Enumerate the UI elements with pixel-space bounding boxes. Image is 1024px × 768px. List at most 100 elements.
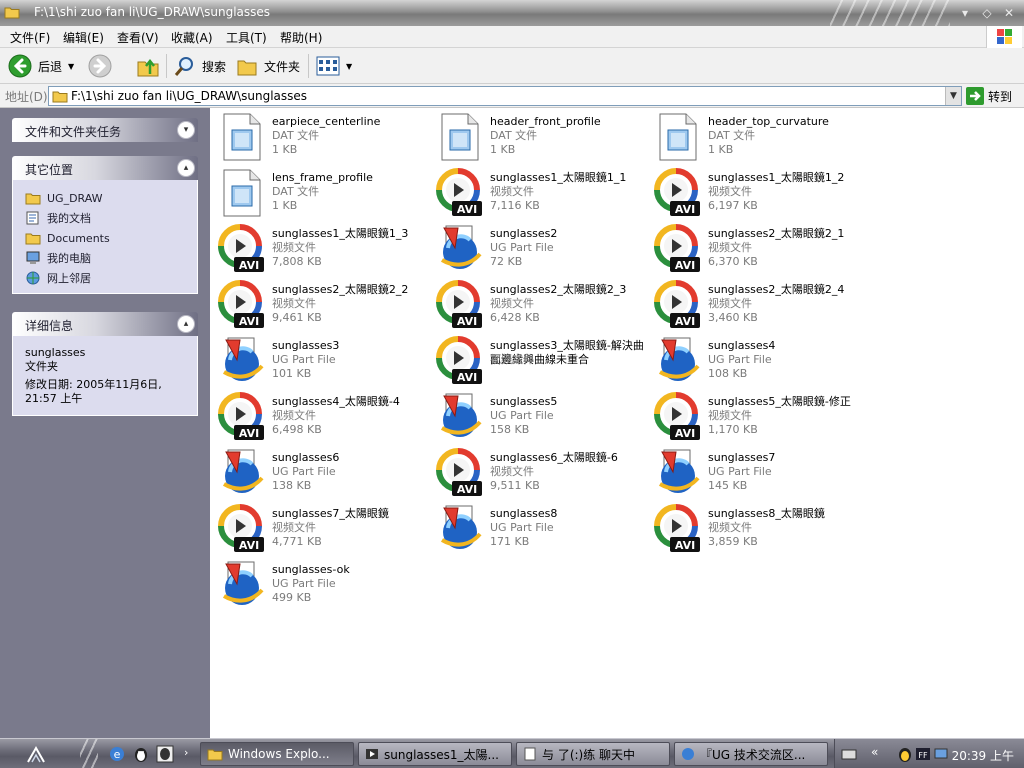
file-item[interactable]: header_top_curvature DAT 文件 1 KB xyxy=(650,110,868,166)
place-network[interactable]: 网上邻居 xyxy=(25,268,185,288)
menu-edit[interactable]: 编辑(E) xyxy=(63,29,104,46)
file-item[interactable]: sunglasses3 UG Part File 101 KB xyxy=(214,334,432,390)
network-tray-icon[interactable] xyxy=(933,745,949,763)
file-item[interactable]: AVI sunglasses2_太陽眼鏡2_4 视频文件 3,460 KB xyxy=(650,278,868,334)
dat-file-icon xyxy=(218,168,266,218)
place-documents[interactable]: Documents xyxy=(25,228,185,248)
alien-icon[interactable] xyxy=(156,745,174,763)
ie-icon[interactable]: e xyxy=(108,745,126,763)
menu-bar: 文件(F) 编辑(E) 查看(V) 收藏(A) 工具(T) 帮助(H) xyxy=(0,26,1024,48)
other-places-header[interactable]: 其它位置 ▴ xyxy=(12,156,198,180)
file-size: 1 KB xyxy=(272,199,298,212)
file-type: 视频文件 xyxy=(708,409,752,422)
file-item[interactable]: AVI sunglasses8_太陽眼鏡 视频文件 3,859 KB xyxy=(650,502,868,558)
menu-tools[interactable]: 工具(T) xyxy=(226,29,267,46)
file-type: UG Part File xyxy=(490,241,554,254)
address-input[interactable]: F:\1\shi zuo fan li\UG_DRAW\sunglasses ▼ xyxy=(48,86,962,106)
file-item[interactable]: sunglasses-ok UG Part File 499 KB xyxy=(214,558,432,614)
forward-button[interactable] xyxy=(88,53,112,79)
file-item[interactable]: lens_frame_profile DAT 文件 1 KB xyxy=(214,166,432,222)
address-dropdown-icon[interactable]: ▼ xyxy=(945,87,961,105)
file-item[interactable]: AVI sunglasses5_太陽眼鏡-修正 视频文件 1,170 KB xyxy=(650,390,868,446)
quicklaunch-more-icon[interactable]: › xyxy=(184,746,188,759)
file-item[interactable]: AVI sunglasses6_太陽眼鏡-6 视频文件 9,511 KB xyxy=(432,446,650,502)
file-item[interactable]: AVI sunglasses1_太陽眼鏡1_2 视频文件 6,197 KB xyxy=(650,166,868,222)
file-item[interactable]: sunglasses8 UG Part File 171 KB xyxy=(432,502,650,558)
file-list: earpiece_centerline DAT 文件 1 KB header_fron… xyxy=(210,108,1024,738)
back-button[interactable]: 后退 ▼ xyxy=(8,53,74,79)
file-item[interactable]: sunglasses7 UG Part File 145 KB xyxy=(650,446,868,502)
qq-tray-icon[interactable] xyxy=(897,745,913,763)
file-item[interactable]: AVI sunglasses4_太陽眼鏡-4 视频文件 6,498 KB xyxy=(214,390,432,446)
task-ug-forum[interactable]: 『UG 技术交流区... xyxy=(674,742,828,766)
file-item[interactable]: AVI sunglasses7_太陽眼鏡 视频文件 4,771 KB xyxy=(214,502,432,558)
search-button[interactable]: 搜索 xyxy=(174,53,226,79)
file-name: earpiece_centerline xyxy=(272,115,381,128)
up-folder-button[interactable] xyxy=(136,53,160,79)
title-bar[interactable]: F:\1\shi zuo fan li\UG_DRAW\sunglasses ▾… xyxy=(0,0,1024,26)
file-name: sunglasses4_太陽眼鏡-4 xyxy=(272,395,400,408)
file-item[interactable]: AVI sunglasses3_太陽眼鏡-解決曲面邊緣與曲線未重合 视频文件 xyxy=(432,334,650,390)
file-item[interactable]: earpiece_centerline DAT 文件 1 KB xyxy=(214,110,432,166)
details-header[interactable]: 详细信息 ▴ xyxy=(12,312,198,336)
place-my-computer[interactable]: 我的电脑 xyxy=(25,248,185,268)
maximize-button[interactable]: ◇ xyxy=(978,4,996,22)
chevron-down-icon[interactable]: ▾ xyxy=(177,121,195,139)
file-name: lens_frame_profile xyxy=(272,171,373,184)
file-type: DAT 文件 xyxy=(490,129,538,142)
svg-text:e: e xyxy=(114,748,121,761)
task-chat[interactable]: 与 了(:)练 聊天中 xyxy=(516,742,670,766)
menu-favorites[interactable]: 收藏(A) xyxy=(171,29,213,46)
file-item[interactable]: AVI sunglasses1_太陽眼鏡1_3 视频文件 7,808 KB xyxy=(214,222,432,278)
menu-file[interactable]: 文件(F) xyxy=(10,29,50,46)
qq-penguin-icon[interactable] xyxy=(132,745,150,763)
file-type: DAT 文件 xyxy=(708,129,756,142)
views-grid-icon xyxy=(316,56,340,76)
views-button[interactable]: ▼ xyxy=(316,53,352,79)
file-type: 视频文件 xyxy=(490,465,534,478)
file-item[interactable]: AVI sunglasses2_太陽眼鏡2_2 视频文件 9,461 KB xyxy=(214,278,432,334)
ug-part-file-icon xyxy=(436,504,484,554)
other-places-body: UG_DRAW 我的文档 Documents 我的电脑 网上邻居 xyxy=(12,180,198,294)
close-button[interactable]: ✕ xyxy=(1000,4,1018,22)
place-my-documents[interactable]: 我的文档 xyxy=(25,208,185,228)
file-tasks-header[interactable]: 文件和文件夹任务 ▾ xyxy=(12,118,198,142)
avi-file-icon: AVI xyxy=(218,280,266,330)
file-item[interactable]: AVI sunglasses2_太陽眼鏡2_1 视频文件 6,370 KB xyxy=(650,222,868,278)
file-item[interactable]: sunglasses6 UG Part File 138 KB xyxy=(214,446,432,502)
file-tasks-title: 文件和文件夹任务 xyxy=(25,125,122,139)
file-size: 4,771 KB xyxy=(272,535,322,548)
svg-text:AVI: AVI xyxy=(675,427,695,440)
place-ug-draw[interactable]: UG_DRAW xyxy=(25,188,185,208)
file-name: header_front_profile xyxy=(490,115,601,128)
chevron-up-icon[interactable]: ▴ xyxy=(177,159,195,177)
place-label: 我的电脑 xyxy=(47,252,91,265)
menu-help[interactable]: 帮助(H) xyxy=(280,29,322,46)
folders-icon xyxy=(237,60,257,76)
tray-expand-icon[interactable]: « xyxy=(871,745,878,759)
file-size: 7,116 KB xyxy=(490,199,540,212)
file-item[interactable]: sunglasses2 UG Part File 72 KB xyxy=(432,222,650,278)
minimize-button[interactable]: ▾ xyxy=(956,4,974,22)
folders-button[interactable]: 文件夹 xyxy=(236,53,300,79)
windows-logo-icon xyxy=(986,26,1022,48)
file-item[interactable]: AVI sunglasses1_太陽眼鏡1_1 视频文件 7,116 KB xyxy=(432,166,650,222)
file-size: 1 KB xyxy=(490,143,516,156)
ime-tray-icon[interactable]: FF xyxy=(915,745,931,763)
file-item[interactable]: AVI sunglasses2_太陽眼鏡2_3 视频文件 6,428 KB xyxy=(432,278,650,334)
start-button[interactable] xyxy=(14,744,54,764)
file-item[interactable]: header_front_profile DAT 文件 1 KB xyxy=(432,110,650,166)
chevron-up-icon[interactable]: ▴ xyxy=(177,315,195,333)
folder-icon xyxy=(25,233,41,245)
file-item[interactable]: sunglasses5 UG Part File 158 KB xyxy=(432,390,650,446)
back-dropdown-icon[interactable]: ▼ xyxy=(68,62,74,71)
menu-view[interactable]: 查看(V) xyxy=(117,29,159,46)
file-item[interactable]: sunglasses4 UG Part File 108 KB xyxy=(650,334,868,390)
keyboard-icon[interactable] xyxy=(841,747,857,761)
task-sunglasses-video[interactable]: sunglasses1_太陽... xyxy=(358,742,512,766)
svg-text:AVI: AVI xyxy=(457,203,477,216)
avi-file-icon: AVI xyxy=(436,168,484,218)
svg-text:AVI: AVI xyxy=(457,315,477,328)
go-button[interactable]: 转到 xyxy=(966,86,1012,106)
task-windows-explorer[interactable]: Windows Explo... xyxy=(200,742,354,766)
